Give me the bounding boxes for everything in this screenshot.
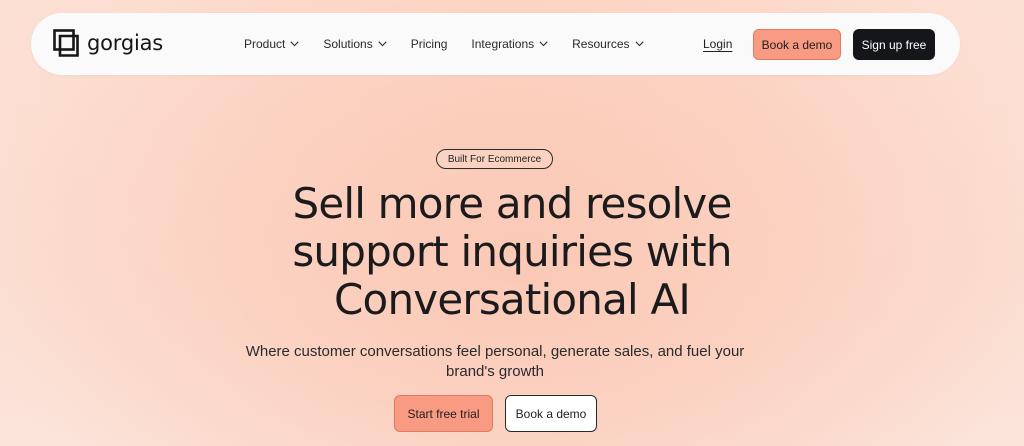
hero-subheadline: Where customer conversations feel person… xyxy=(245,343,745,380)
nav-item-resources[interactable]: Resources xyxy=(572,37,644,51)
gorgias-logo-icon xyxy=(53,29,79,57)
headline-line: support inquiries with xyxy=(292,227,732,276)
nav-item-product[interactable]: Product xyxy=(244,37,299,51)
book-demo-nav-button[interactable]: Book a demo xyxy=(753,29,841,60)
chevron-down-icon xyxy=(539,41,548,47)
book-demo-button[interactable]: Book a demo xyxy=(505,395,597,432)
chevron-down-icon xyxy=(634,41,644,47)
brand-logo[interactable]: gorgias xyxy=(53,29,163,57)
primary-nav: Product Solutions Pricing Integrations R… xyxy=(244,13,668,75)
brand-name: gorgias xyxy=(87,31,164,55)
nav-item-label: Product xyxy=(244,37,286,51)
headline-line: Conversational AI xyxy=(334,275,691,324)
login-link[interactable]: Login xyxy=(703,37,732,51)
nav-item-solutions[interactable]: Solutions xyxy=(323,37,387,51)
chevron-down-icon xyxy=(290,41,299,47)
nav-item-label: Solutions xyxy=(323,37,373,51)
chevron-down-icon xyxy=(378,41,387,47)
top-navbar: gorgias Product Solutions Pricing Integr… xyxy=(31,13,960,75)
hero-badge: Built For Ecommerce xyxy=(436,149,553,169)
nav-item-label: Integrations xyxy=(471,37,535,51)
nav-item-integrations[interactable]: Integrations xyxy=(471,37,548,51)
start-free-trial-button[interactable]: Start free trial xyxy=(394,395,493,432)
nav-item-pricing[interactable]: Pricing xyxy=(411,37,448,51)
hero-cta-group: Start free trial Book a demo xyxy=(394,395,597,432)
headline-line: Sell more and resolve xyxy=(292,179,732,228)
sign-up-button[interactable]: Sign up free xyxy=(853,29,935,60)
hero-headline: Sell more and resolve support inquiries … xyxy=(200,180,824,324)
nav-item-label: Resources xyxy=(572,37,630,51)
nav-item-label: Pricing xyxy=(410,37,448,51)
